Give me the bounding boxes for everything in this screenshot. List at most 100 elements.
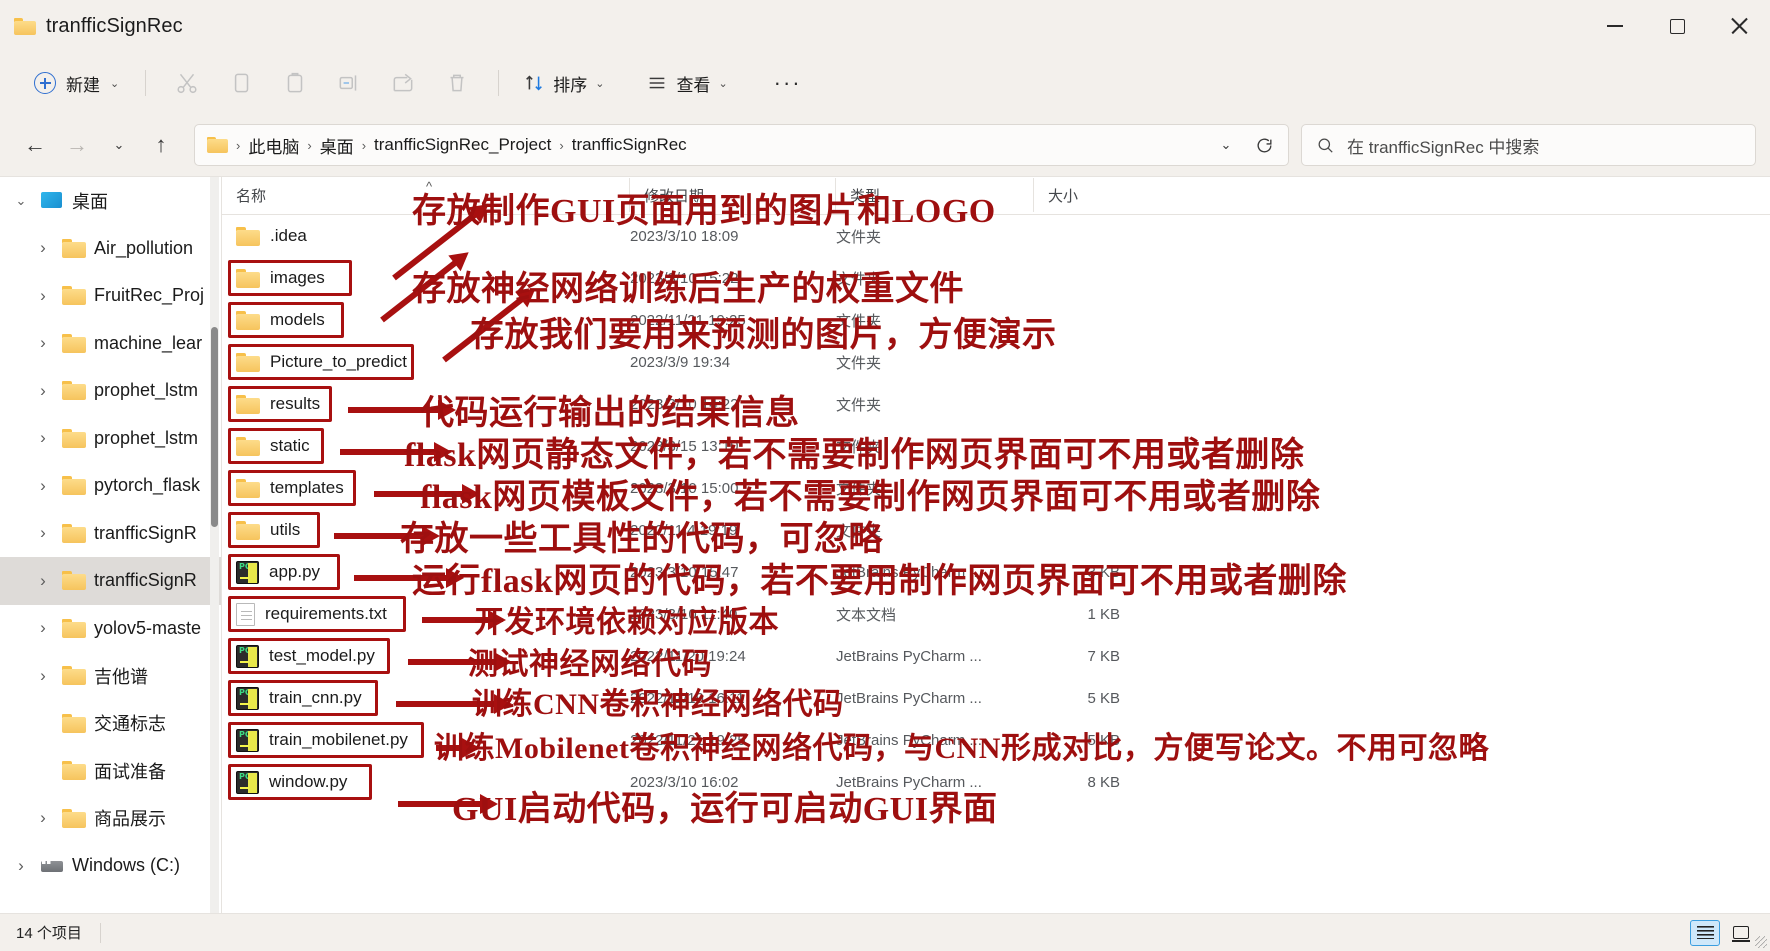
chevron-right-icon[interactable]: › (32, 807, 54, 829)
sidebar-item-0[interactable]: ⌄ 桌面 (0, 177, 221, 225)
resize-grip[interactable] (1755, 936, 1767, 948)
sidebar-item-1[interactable]: › Air_pollution (0, 225, 221, 273)
column-header-date[interactable]: 修改日期 (630, 178, 836, 215)
cell-modified-date: 2022/11/19 16:11 (630, 689, 745, 707)
sidebar-item-4[interactable]: › prophet_lstm (0, 367, 221, 415)
file-name: requirements.txt (265, 604, 387, 623)
breadcrumb-item-1[interactable]: 桌面 (314, 130, 360, 161)
sidebar-item-7[interactable]: › tranfficSignR (0, 510, 221, 558)
file-list-pane: 名称 修改日期 类型 大小 ^ .idea 2023/3/10 18:09 文件夹 i… (221, 176, 1770, 913)
sidebar-item-3[interactable]: › machine_lear (0, 320, 221, 368)
cell-size: 7 KB (1087, 647, 1120, 665)
breadcrumb-separator: › (307, 137, 312, 153)
table-row[interactable]: window.py 2023/3/10 16:02 JetBrains PyChar… (222, 761, 1770, 803)
chevron-right-icon[interactable]: › (32, 237, 54, 259)
chevron-right-icon[interactable]: › (32, 427, 54, 449)
column-header-type[interactable]: 类型 (836, 178, 1034, 215)
table-row[interactable]: results 2023/3/10 14:22 文件夹 (222, 383, 1770, 425)
table-row[interactable]: requirements.txt 2023/3/10 11:40 文本文档 1 KB (222, 593, 1770, 635)
search-input[interactable]: 在 tranfficSignRec 中搜索 (1301, 124, 1756, 166)
file-name: test_model.py (269, 646, 375, 665)
chevron-right-icon[interactable]: › (32, 285, 54, 307)
cell-name: train_cnn.py (222, 686, 630, 710)
folder-icon (236, 394, 260, 414)
file-name: results (270, 394, 321, 413)
recent-locations-button[interactable]: ⌄ (98, 124, 140, 166)
sort-button[interactable]: 排序 ⌄ (513, 65, 614, 102)
sidebar-item-2[interactable]: › FruitRec_Proj (0, 272, 221, 320)
tiles-view-button[interactable] (1726, 920, 1756, 946)
chevron-right-icon[interactable]: › (32, 665, 54, 687)
chevron-right-icon[interactable]: › (32, 617, 54, 639)
sidebar-item-11[interactable]: ›交通标志 (0, 700, 221, 748)
chevron-right-icon[interactable]: › (10, 855, 32, 877)
delete-button[interactable] (430, 62, 484, 104)
column-header-size[interactable]: 大小 (1034, 185, 1164, 215)
refresh-button[interactable] (1246, 127, 1282, 163)
sidebar-item-8[interactable]: › tranfficSignR (0, 557, 221, 605)
chevron-right-icon[interactable]: › (32, 380, 54, 402)
chevron-right-icon[interactable]: › (32, 475, 54, 497)
navigation-pane: ⌄ 桌面 › Air_pollution › FruitRec_Proj › machine_… (0, 176, 221, 913)
cut-button[interactable] (160, 62, 214, 104)
table-row[interactable]: app.py 2023/3/10 15:47 JetBrains PyCharm .… (222, 551, 1770, 593)
share-button[interactable] (376, 62, 430, 104)
breadcrumb-separator: › (361, 137, 367, 153)
sidebar-item-13[interactable]: › 商品展示 (0, 795, 221, 843)
chevron-down-icon[interactable]: ⌄ (10, 190, 32, 212)
table-row[interactable]: test_model.py 2022/11/20 19:24 JetBrains P… (222, 635, 1770, 677)
history-dropdown-button[interactable]: ⌄ (1208, 127, 1244, 163)
table-row[interactable]: utils 2022/11/4 19:19 文件夹 (222, 509, 1770, 551)
cell-name: models (222, 310, 630, 330)
up-button[interactable]: ↑ (140, 124, 182, 166)
sort-indicator-icon: ^ (426, 179, 433, 194)
cell-modified-date: 2023/3/10 15:00 (630, 479, 739, 497)
close-button[interactable] (1708, 0, 1770, 52)
sidebar-item-5[interactable]: › prophet_lstm (0, 415, 221, 463)
maximize-button[interactable] (1646, 0, 1708, 52)
forward-button[interactable]: → (56, 124, 98, 166)
table-row[interactable]: static 2023/3/15 13:10 文件夹 (222, 425, 1770, 467)
rename-button[interactable] (322, 62, 376, 104)
cell-size: 5 KB (1087, 689, 1120, 707)
more-options-button[interactable]: ··· (764, 66, 812, 100)
details-view-button[interactable] (1690, 919, 1720, 946)
sidebar-item-9[interactable]: › yolov5-maste (0, 605, 221, 653)
sidebar-scrollbar-thumb[interactable] (211, 327, 218, 527)
new-button[interactable]: 新建 ⌄ (22, 65, 131, 102)
sidebar-item-6[interactable]: › pytorch_flask (0, 462, 221, 510)
table-row[interactable]: .idea 2023/3/10 18:09 文件夹 (222, 215, 1770, 257)
cell-modified-date: 2023/3/10 15:47 (630, 563, 739, 581)
breadcrumb-item-3[interactable]: tranfficSignRec (566, 132, 693, 158)
folder-icon (62, 523, 86, 543)
table-row[interactable]: Picture_to_predict 2023/3/9 19:34 文件夹 (222, 341, 1770, 383)
sidebar-scrollbar-track[interactable] (210, 177, 219, 913)
chevron-right-icon[interactable]: › (32, 522, 54, 544)
chevron-right-icon[interactable]: › (32, 570, 54, 592)
breadcrumb[interactable]: › 此电脑 › 桌面 › tranfficSignRec_Project › t… (194, 124, 1289, 166)
breadcrumb-item-2[interactable]: tranfficSignRec_Project (368, 132, 557, 158)
breadcrumb-item-0[interactable]: 此电脑 (242, 130, 305, 161)
paste-button[interactable] (268, 62, 322, 104)
table-row[interactable]: train_cnn.py 2022/11/19 16:11 JetBrains Py… (222, 677, 1770, 719)
chevron-right-icon[interactable]: › (32, 332, 54, 354)
main-content: ⌄ 桌面 › Air_pollution › FruitRec_Proj › machine_… (0, 176, 1770, 913)
sidebar-item-12[interactable]: ›面试准备 (0, 747, 221, 795)
folder-icon (62, 428, 86, 448)
pycharm-icon (236, 770, 259, 794)
table-row[interactable]: models 2022/11/21 19:25 文件夹 (222, 299, 1770, 341)
table-row[interactable]: images 2023/3/10 15:22 文件夹 (222, 257, 1770, 299)
back-button[interactable]: ← (14, 124, 56, 166)
view-button[interactable]: 查看 ⌄ (636, 65, 737, 102)
sidebar-item-10[interactable]: › 吉他谱 (0, 652, 221, 700)
address-bar-row: ← → ⌄ ↑ › 此电脑 › 桌面 › tranfficSignRec_Pro… (0, 114, 1770, 176)
cell-name: requirements.txt (222, 602, 630, 626)
nav-tree: ⌄ 桌面 › Air_pollution › FruitRec_Proj › machine_… (0, 177, 221, 890)
minimize-button[interactable] (1584, 0, 1646, 52)
sidebar-item-14[interactable]: › Windows (C:) (0, 842, 221, 890)
copy-button[interactable] (214, 62, 268, 104)
table-row[interactable]: templates 2023/3/10 15:00 文件夹 (222, 467, 1770, 509)
folder-icon (236, 310, 260, 330)
table-row[interactable]: train_mobilenet.py 2022/11/21 19:25 JetBra… (222, 719, 1770, 761)
maximize-icon (1669, 18, 1685, 34)
